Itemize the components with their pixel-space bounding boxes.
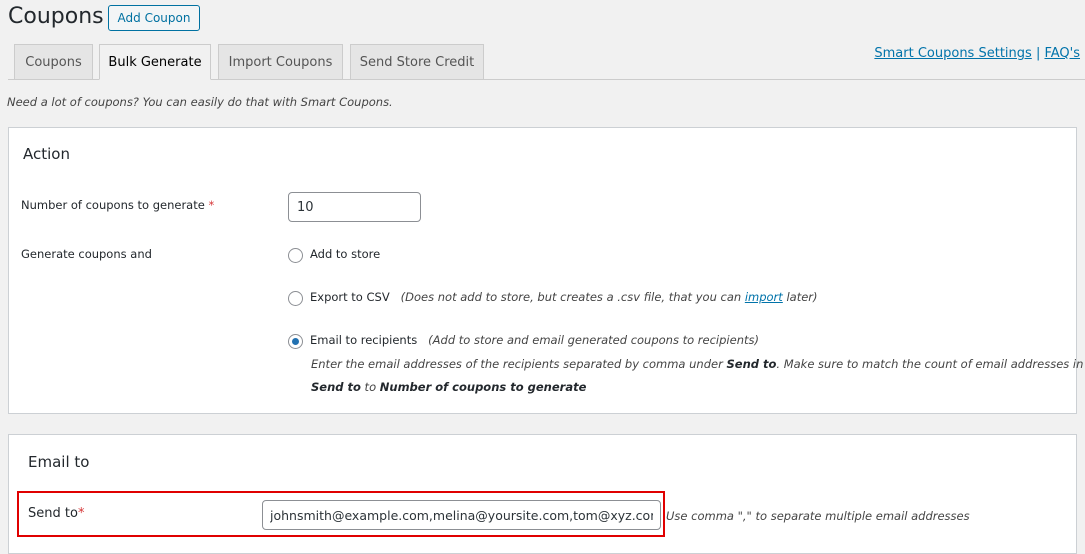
radio-export-csv[interactable]: [288, 291, 303, 306]
tab-coupons[interactable]: Coupons: [14, 44, 93, 80]
required-mark: *: [208, 198, 215, 212]
export-csv-label: Export to CSV: [310, 290, 390, 304]
tab-send-store-credit[interactable]: Send Store Credit: [350, 44, 484, 80]
count-label: Number of coupons to generate *: [21, 198, 214, 212]
option-add-to-store: Add to store: [310, 247, 381, 261]
add-coupon-button[interactable]: Add Coupon: [108, 5, 200, 31]
action-heading: Action: [23, 145, 70, 163]
radio-email-recipients[interactable]: [288, 334, 303, 349]
email-help-line1: Enter the email addresses of the recipie…: [311, 357, 1083, 371]
help-text: to: [360, 380, 380, 394]
export-csv-note: (Does not add to store, but creates a .c…: [401, 290, 818, 304]
send-to-text: Send to: [28, 506, 78, 521]
link-separator: |: [1035, 46, 1041, 61]
action-panel: Action Number of coupons to generate * G…: [8, 127, 1083, 414]
page-title: Coupons: [8, 4, 104, 29]
send-to-input[interactable]: [262, 500, 661, 530]
option-export-csv: Export to CSV (Does not add to store, bu…: [310, 290, 818, 304]
smart-coupons-settings-link[interactable]: Smart Coupons Settings: [874, 46, 1031, 61]
email-heading: Email to: [28, 453, 90, 471]
header-links: Smart Coupons Settings | FAQ's: [874, 46, 1080, 61]
coupon-count-input[interactable]: [288, 192, 421, 222]
tab-bulk-generate[interactable]: Bulk Generate: [99, 44, 211, 80]
email-recipients-note: (Add to store and email generated coupon…: [428, 333, 759, 347]
help-bold: Number of coupons to generate: [379, 380, 587, 394]
send-to-label: Send to*: [28, 506, 84, 521]
note-text: (Does not add to store, but creates a .c…: [400, 290, 745, 304]
option-email-recipients: Email to recipients (Add to store and em…: [310, 333, 759, 347]
help-bold: Send to: [311, 380, 361, 394]
radio-add-to-store[interactable]: [288, 248, 303, 263]
import-link[interactable]: import: [745, 290, 783, 304]
email-recipients-label: Email to recipients: [310, 333, 418, 347]
help-bold: Send to: [726, 357, 777, 371]
note-text: later): [782, 290, 818, 304]
tab-import-coupons[interactable]: Import Coupons: [218, 44, 343, 80]
generate-label: Generate coupons and: [21, 247, 152, 261]
page-description: Need a lot of coupons? You can easily do…: [7, 95, 393, 109]
help-text: . Make sure to match the count of email …: [776, 357, 1084, 371]
email-help-line2: Send to to Number of coupons to generate: [311, 380, 586, 394]
help-text: Enter the email addresses of the recipie…: [311, 357, 727, 371]
required-mark: *: [77, 506, 85, 521]
faq-link[interactable]: FAQ's: [1044, 46, 1080, 61]
send-to-hint: Use comma "," to separate multiple email…: [666, 509, 970, 523]
count-label-text: Number of coupons to generate: [21, 198, 205, 212]
